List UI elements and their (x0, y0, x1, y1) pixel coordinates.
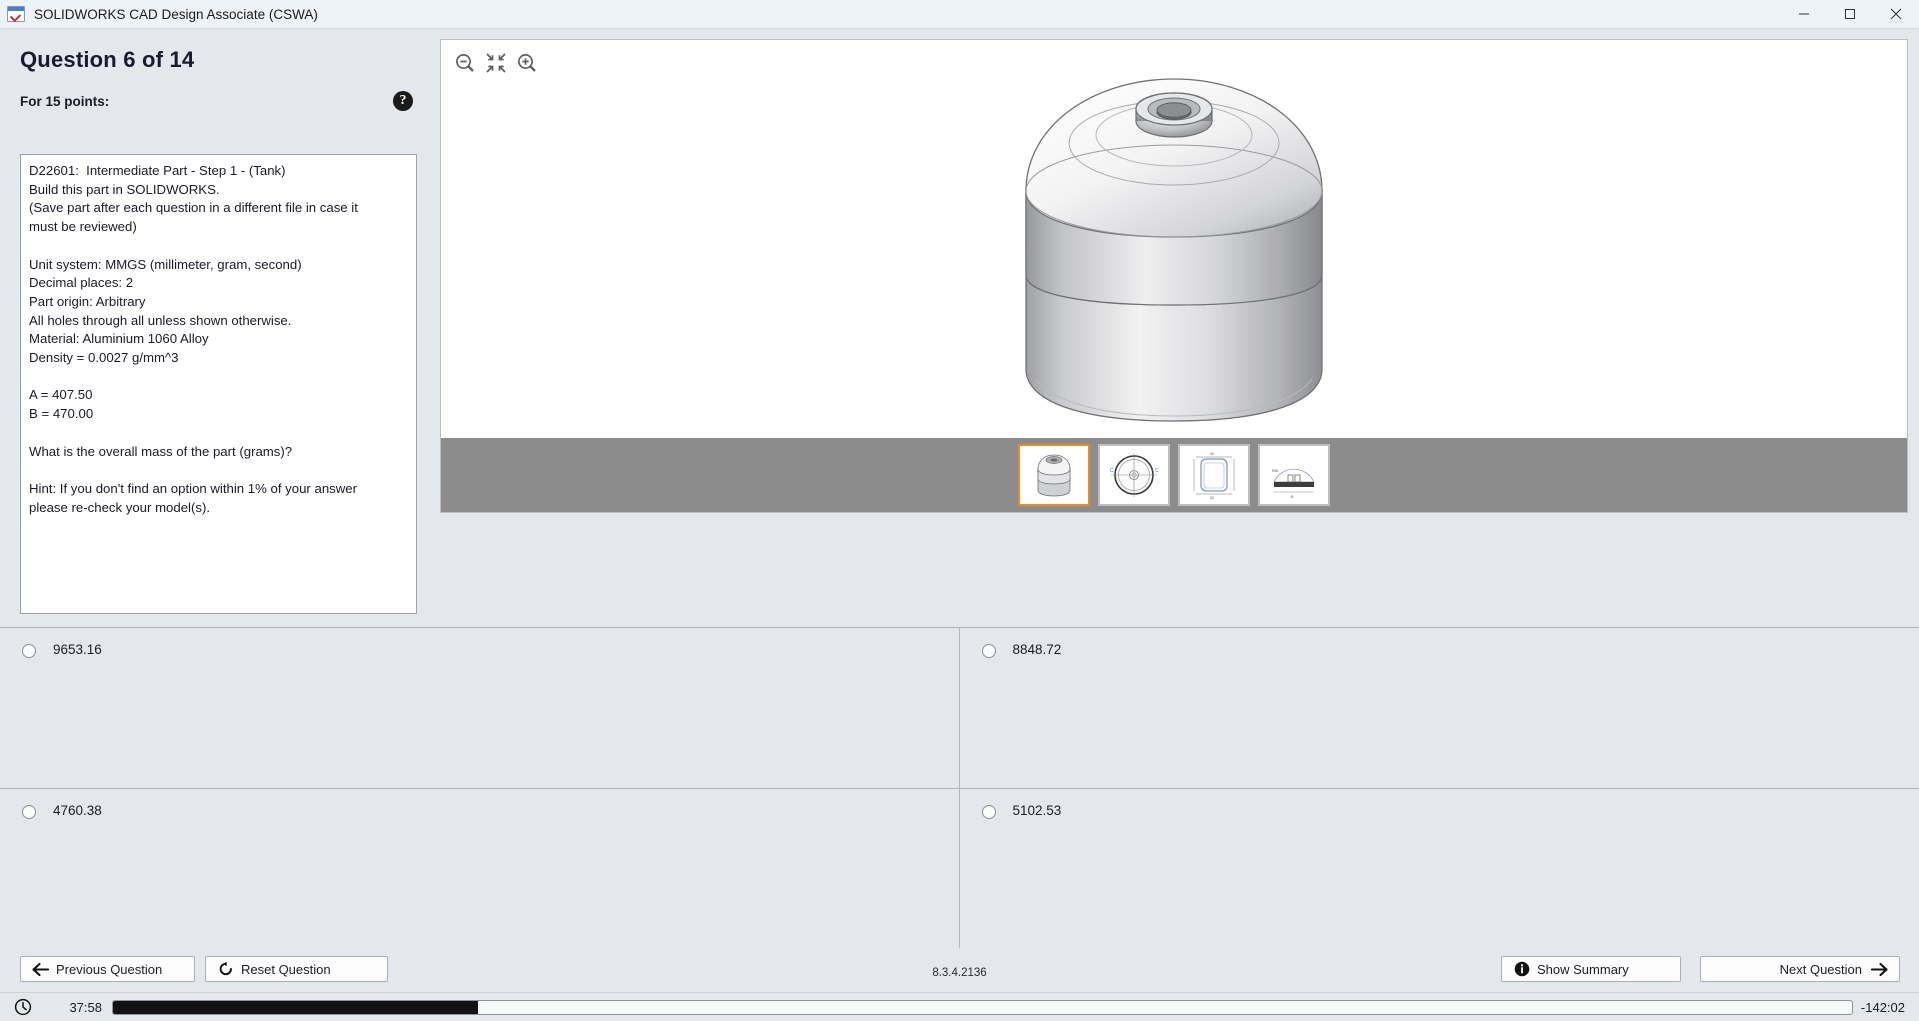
app-icon (7, 6, 25, 22)
svg-text:B: B (1291, 495, 1294, 499)
elapsed-time: 37:58 (69, 999, 102, 1015)
help-icon[interactable]: ? (393, 91, 413, 111)
model-stage[interactable] (441, 40, 1907, 438)
thumbnail-isometric[interactable] (1018, 444, 1090, 506)
svg-text:52: 52 (1210, 496, 1214, 500)
question-text-box: D22601: Intermediate Part - Step 1 - (Ta… (20, 154, 417, 614)
thumbnail-section-drawing[interactable]: 40 52 (1178, 444, 1250, 506)
question-body-text: D22601: Intermediate Part - Step 1 - (Ta… (29, 163, 358, 515)
answer-option-1[interactable]: 9653.16 (0, 627, 960, 788)
svg-text:R80: R80 (1272, 469, 1278, 473)
close-button[interactable] (1873, 0, 1919, 29)
answer-label: 5102.53 (1012, 802, 1062, 818)
view-thumbnail-strip: C C 40 52 B R80 (441, 438, 1907, 512)
page-title: Question 6 of 14 (20, 47, 195, 72)
answer-label: 4760.38 (53, 802, 102, 818)
status-bar: 37:58 -142:02 (0, 992, 1919, 1021)
thumbnail-top-view[interactable]: C C (1098, 444, 1170, 506)
thumbnail-detail-drawing[interactable]: B R80 (1258, 444, 1330, 506)
points-label: For 15 points: (20, 93, 110, 109)
arrow-right-icon (1870, 962, 1889, 976)
info-icon (1512, 961, 1531, 977)
radio-button[interactable] (22, 804, 36, 819)
radio-button[interactable] (981, 644, 996, 658)
svg-text:C: C (1110, 468, 1114, 474)
clock-icon (14, 998, 32, 1016)
progress-fill (113, 1000, 479, 1014)
svg-text:40: 40 (1210, 452, 1214, 456)
maximize-button[interactable] (1827, 0, 1873, 29)
answer-options: 9653.16 8848.72 4760.38 5102.53 (0, 627, 1919, 948)
title-bar: SOLIDWORKS CAD Design Associate (CSWA) (0, 0, 1919, 29)
exam-progress-bar (112, 999, 1853, 1015)
remaining-time: -142:02 (1860, 999, 1905, 1015)
radio-button[interactable] (22, 644, 36, 658)
svg-text:C: C (1155, 468, 1159, 474)
window-controls (1781, 0, 1919, 29)
show-summary-label: Show Summary (1537, 961, 1629, 977)
answer-option-2[interactable]: 8848.72 (959, 627, 1919, 788)
main-content: Question 6 of 14 For 15 points: ? D22601… (0, 29, 1919, 1021)
radio-button[interactable] (981, 804, 996, 819)
model-viewer[interactable]: C C 40 52 B R80 (440, 39, 1908, 513)
show-summary-button[interactable]: Show Summary (1501, 956, 1681, 982)
answer-label: 9653.16 (53, 642, 102, 657)
answer-option-4[interactable]: 5102.53 (959, 787, 1919, 948)
next-question-label: Next Question (1779, 961, 1862, 977)
next-question-button[interactable]: Next Question (1700, 956, 1900, 982)
points-row: For 15 points: ? (20, 91, 413, 111)
window-title: SOLIDWORKS CAD Design Associate (CSWA) (34, 6, 318, 22)
action-bar: Previous Question Reset Question 8.3.4.2… (0, 950, 1919, 991)
question-panel: Question 6 of 14 For 15 points: ? D22601… (0, 29, 433, 619)
minimize-button[interactable] (1781, 0, 1827, 29)
tank-part-3d-model (1025, 78, 1323, 422)
answer-label: 8848.72 (1012, 642, 1062, 657)
answer-option-3[interactable]: 4760.38 (0, 787, 960, 948)
